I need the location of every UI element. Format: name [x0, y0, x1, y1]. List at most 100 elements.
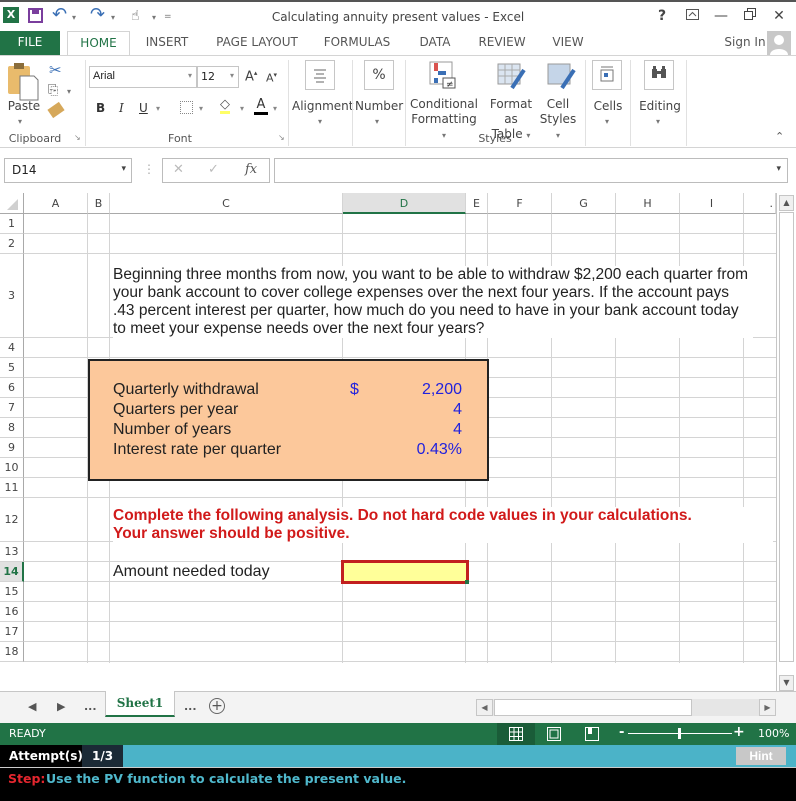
underline-button[interactable]: U — [139, 101, 148, 115]
horizontal-scrollbar[interactable]: ◀ ▶ — [476, 699, 776, 716]
normal-view-button[interactable] — [497, 723, 535, 745]
editing-dropdown-icon[interactable]: ▾ — [656, 114, 660, 129]
number-format-icon[interactable]: % — [364, 60, 394, 90]
collapse-ribbon-icon[interactable]: ⌃ — [775, 130, 784, 143]
ribbon-display-options-button[interactable] — [681, 8, 703, 24]
zoom-in-button[interactable]: + — [733, 724, 745, 740]
previous-sheet-button[interactable]: ◀ — [28, 700, 36, 713]
find-binoculars-icon[interactable] — [644, 60, 674, 90]
input-value-number-of-years[interactable]: 4 — [453, 421, 462, 439]
input-value-quarterly-withdrawal[interactable]: 2,200 — [422, 381, 462, 399]
cells-button[interactable]: Cells — [590, 99, 626, 114]
row-header-15[interactable]: 15 — [0, 582, 24, 602]
column-header-b[interactable]: B — [88, 193, 110, 214]
editing-button[interactable]: Editing — [638, 99, 682, 114]
close-button[interactable]: ✕ — [768, 8, 790, 24]
scroll-down-button[interactable]: ▼ — [779, 675, 794, 691]
fill-color-icon[interactable]: ◇ — [220, 98, 230, 114]
more-sheets-left[interactable]: ... — [84, 700, 97, 713]
user-avatar-icon[interactable] — [767, 31, 791, 55]
help-button[interactable]: ? — [651, 8, 673, 24]
font-color-icon[interactable]: A — [254, 98, 268, 115]
italic-button[interactable]: I — [119, 101, 124, 115]
zoom-level[interactable]: 100% — [758, 727, 789, 740]
column-header-e[interactable]: E — [466, 193, 488, 214]
shrink-font-button[interactable]: A▾ — [266, 71, 277, 85]
tab-view[interactable]: VIEW — [547, 31, 589, 56]
cell-styles-button[interactable]: Cell Styles ▾ — [536, 97, 580, 143]
sign-in-link[interactable]: Sign In — [722, 31, 768, 56]
row-header-4[interactable]: 4 — [0, 338, 24, 358]
cells-icon[interactable] — [592, 60, 622, 90]
row-header-8[interactable]: 8 — [0, 418, 24, 438]
column-header-g[interactable]: G — [552, 193, 616, 214]
hint-button[interactable]: Hint — [736, 747, 786, 765]
number-dropdown-icon[interactable]: ▾ — [375, 114, 379, 129]
next-sheet-button[interactable]: ▶ — [57, 700, 65, 713]
format-as-table-icon[interactable] — [496, 60, 526, 90]
tab-data[interactable]: DATA — [414, 31, 456, 56]
clipboard-launcher-icon[interactable]: ↘ — [74, 133, 81, 142]
row-header-5[interactable]: 5 — [0, 358, 24, 378]
font-color-dropdown-icon[interactable]: ▾ — [273, 104, 277, 113]
row-header-11[interactable]: 11 — [0, 478, 24, 498]
add-sheet-button[interactable]: + — [209, 698, 225, 714]
paste-dropdown-icon[interactable]: ▾ — [18, 114, 22, 129]
formula-input[interactable]: ▾ — [274, 158, 788, 183]
alignment-button[interactable]: Alignment — [292, 99, 353, 114]
formula-bar-grip-icon[interactable]: ⋮ — [143, 162, 155, 176]
cancel-entry-button[interactable]: ✕ — [173, 162, 184, 177]
number-button[interactable]: Number — [355, 99, 403, 114]
insert-function-button[interactable]: fx — [245, 162, 257, 177]
vertical-scrollbar[interactable]: ▲ ▼ — [776, 193, 796, 691]
font-name-dropdown[interactable]: Arial ▾ — [89, 66, 197, 88]
zoom-out-button[interactable]: - — [619, 725, 624, 740]
borders-dropdown-icon[interactable]: ▾ — [199, 104, 203, 113]
font-launcher-icon[interactable]: ↘ — [278, 133, 285, 142]
grow-font-button[interactable]: A▴ — [245, 69, 257, 84]
spreadsheet-grid[interactable]: A B C D E F G H I . 1 2 3 4 5 6 7 8 9 10 11 12 13 14 1… — [0, 193, 776, 663]
row-header-6[interactable]: 6 — [0, 378, 24, 398]
tab-page-layout[interactable]: PAGE LAYOUT — [213, 31, 301, 56]
confirm-entry-button[interactable]: ✓ — [208, 162, 219, 177]
more-sheets-right[interactable]: ... — [184, 700, 197, 713]
scroll-up-button[interactable]: ▲ — [779, 195, 794, 211]
column-header-a[interactable]: A — [24, 193, 88, 214]
column-header-h[interactable]: H — [616, 193, 680, 214]
format-painter-icon[interactable] — [47, 101, 65, 119]
scroll-right-button[interactable]: ▶ — [759, 699, 776, 716]
borders-icon[interactable] — [180, 101, 193, 114]
column-header-j[interactable]: . — [744, 193, 776, 214]
row-header-12[interactable]: 12 — [0, 498, 24, 542]
bold-button[interactable]: B — [96, 101, 105, 115]
paste-button[interactable]: Paste — [6, 99, 42, 114]
row-header-3[interactable]: 3 — [0, 254, 24, 338]
column-header-c[interactable]: C — [110, 193, 343, 214]
tab-review[interactable]: REVIEW — [474, 31, 530, 56]
scroll-left-button[interactable]: ◀ — [476, 699, 493, 716]
cell-styles-icon[interactable] — [546, 60, 576, 90]
row-header-2[interactable]: 2 — [0, 234, 24, 254]
row-header-9[interactable]: 9 — [0, 438, 24, 458]
page-break-preview-button[interactable] — [585, 727, 599, 744]
row-header-13[interactable]: 13 — [0, 542, 24, 562]
answer-cell-d14[interactable] — [341, 560, 469, 584]
fill-color-dropdown-icon[interactable]: ▾ — [240, 104, 244, 113]
name-box[interactable]: D14 ▾ — [4, 158, 132, 183]
row-header-16[interactable]: 16 — [0, 602, 24, 622]
cells-dropdown-icon[interactable]: ▾ — [605, 114, 609, 129]
copy-dropdown-icon[interactable]: ▾ — [67, 87, 71, 96]
minimize-button[interactable]: — — [710, 8, 732, 24]
input-value-quarters-per-year[interactable]: 4 — [453, 401, 462, 419]
row-header-10[interactable]: 10 — [0, 458, 24, 478]
row-header-1[interactable]: 1 — [0, 214, 24, 234]
column-header-f[interactable]: F — [488, 193, 552, 214]
cut-icon[interactable]: ✂ — [49, 61, 62, 79]
fill-handle[interactable] — [465, 580, 469, 584]
conditional-formatting-icon[interactable]: ≠ — [428, 60, 458, 90]
font-size-dropdown[interactable]: 12 ▾ — [197, 66, 239, 88]
expand-formula-bar-icon[interactable]: ▾ — [776, 164, 781, 174]
alignment-icon[interactable] — [305, 60, 335, 90]
copy-icon[interactable]: ⎘ — [48, 83, 58, 98]
paste-icon[interactable] — [6, 60, 40, 102]
